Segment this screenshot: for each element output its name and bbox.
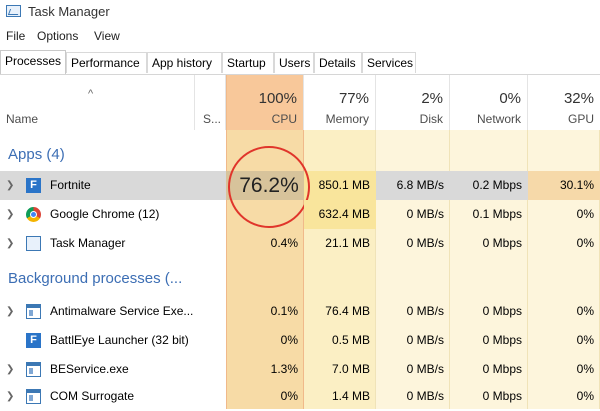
process-row-beservice[interactable]: ❯ BEService.exe 1.3% 7.0 MB 0 MB/s 0 Mbp… [0,355,600,384]
network-value: 0.2 Mbps [472,178,522,192]
process-row-task-manager[interactable]: ❯ Task Manager 0.4% 21.1 MB 0 MB/s 0 Mbp… [0,229,600,258]
expand-chevron-icon[interactable]: ❯ [6,209,14,220]
gpu-total-percent: 32% [563,90,594,107]
process-name: BEService.exe [50,362,129,376]
process-name: Google Chrome (12) [50,207,160,221]
gpu-value: 0% [576,207,594,221]
column-label-status: S... [202,112,221,126]
process-name: Fortnite [50,178,91,192]
gpu-value: 0% [576,333,594,347]
gpu-value: 30.1% [528,171,600,200]
menu-bar: File Options View [0,27,600,47]
memory-value: 7.0 MB [331,362,370,376]
memory-value: 76.4 MB [325,304,370,318]
process-row-chrome[interactable]: ❯ Google Chrome (12) 632.4 MB 0 MB/s 0.1… [0,200,600,229]
column-header-network[interactable]: 0% Network [450,75,528,130]
network-value: 0 Mbps [482,236,522,250]
expand-chevron-icon[interactable]: ❯ [6,180,14,191]
gpu-value: 0% [576,389,594,403]
column-label-gpu: GPU [567,112,594,126]
disk-value: 0 MB/s [406,207,444,221]
network-value: 0.1 Mbps [472,207,522,221]
gpu-value: 0% [576,304,594,318]
menu-options[interactable]: Options [37,29,78,43]
cpu-value: 1.3% [270,362,298,376]
column-header-cpu[interactable]: 100% CPU [226,75,304,130]
column-header-name[interactable]: Name [0,75,195,130]
group-title-apps: Apps (4) [8,146,65,163]
task-manager-icon [26,236,41,251]
process-name: BattlEye Launcher (32 bit) [50,333,189,347]
column-header-memory[interactable]: 77% Memory [304,75,376,130]
window-icon [26,389,41,404]
cpu-value: 0% [280,389,298,403]
window-title: Task Manager [28,4,110,19]
process-row-com-surrogate[interactable]: ❯ COM Surrogate 0% 1.4 MB 0 MB/s 0 Mbps … [0,382,600,411]
cpu-value-highlighted: 76.2% [239,174,299,197]
sort-up-icon: ^ [88,88,94,100]
disk-value: 0 MB/s [406,333,444,347]
expand-chevron-icon[interactable]: ❯ [6,364,14,375]
gpu-value: 0% [576,236,594,250]
fortnite-icon: F [26,178,41,193]
process-name: COM Surrogate [50,389,135,403]
column-label-memory: Memory [325,112,369,126]
disk-value: 0 MB/s [406,362,444,376]
cpu-value: 0% [280,333,298,347]
column-header-disk[interactable]: 2% Disk [376,75,450,130]
tab-services[interactable]: Services [362,52,416,73]
tab-users[interactable]: Users [274,52,314,73]
column-header-status[interactable]: S... [195,75,226,130]
battleye-icon: F [26,333,41,348]
cpu-total-percent: 100% [258,90,297,107]
memory-total-percent: 77% [338,90,369,107]
disk-total-percent: 2% [421,90,443,107]
column-label-cpu: CPU [271,112,297,126]
network-value: 0 Mbps [482,304,522,318]
disk-value: 0 MB/s [406,389,444,403]
tab-bar: Processes Performance App history Startu… [0,50,600,75]
task-manager-icon [6,5,21,17]
expand-chevron-icon[interactable]: ❯ [6,306,14,317]
window-icon [26,304,41,319]
expand-chevron-icon[interactable]: ❯ [6,391,14,402]
process-row-battleye[interactable]: F BattlEye Launcher (32 bit) 0% 0.5 MB 0… [0,326,600,355]
chrome-icon [26,207,41,222]
network-value: 0 Mbps [482,389,522,403]
disk-value: 6.8 MB/s [396,178,444,192]
tab-processes[interactable]: Processes [0,50,66,74]
network-total-percent: 0% [499,90,521,107]
network-value: 0 Mbps [482,362,522,376]
tab-details[interactable]: Details [314,52,362,73]
process-name: Antimalware Service Exe... [50,304,194,318]
memory-value: 632.4 MB [304,200,376,229]
process-name: Task Manager [50,236,126,250]
group-title-background: Background processes (... [8,270,183,287]
memory-value: 1.4 MB [331,389,370,403]
expand-chevron-icon[interactable]: ❯ [6,238,14,249]
memory-value: 21.1 MB [325,236,370,250]
column-label-disk: Disk [419,112,443,126]
tab-startup[interactable]: Startup [222,52,274,73]
title-bar: Task Manager [0,0,600,24]
tab-app-history[interactable]: App history [147,52,222,73]
network-value: 0 Mbps [482,333,522,347]
memory-value: 850.1 MB [304,171,376,200]
disk-value: 0 MB/s [406,304,444,318]
cpu-value: 0.4% [270,236,298,250]
tab-performance[interactable]: Performance [66,52,147,73]
process-row-antimalware[interactable]: ❯ Antimalware Service Exe... 0.1% 76.4 M… [0,297,600,326]
gpu-value: 0% [576,362,594,376]
column-label-network: Network [476,112,521,126]
window-icon [26,362,41,377]
menu-view[interactable]: View [94,29,120,43]
memory-value: 0.5 MB [331,333,370,347]
column-header-gpu[interactable]: 32% GPU [528,75,600,130]
column-label-name: Name [6,112,39,126]
disk-value: 0 MB/s [406,236,444,250]
cpu-value: 0.1% [270,304,298,318]
menu-file[interactable]: File [6,29,25,43]
